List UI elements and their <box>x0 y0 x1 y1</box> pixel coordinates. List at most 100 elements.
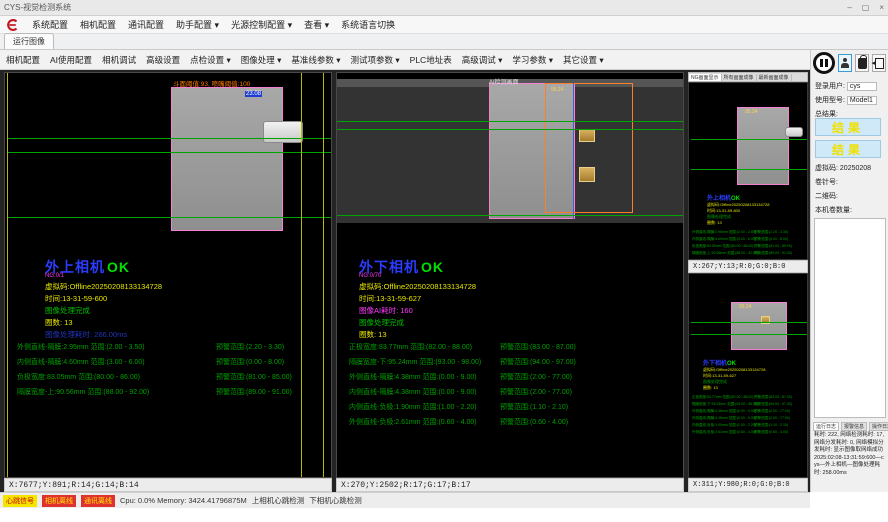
menu-item-comm-config[interactable]: 通讯配置 <box>128 18 164 31</box>
thumb1-line <box>691 169 807 170</box>
thumb2-row: 内侧直线-隔膜:4.38mm 范围:(0.00 - 9.00) 预警范围:(2.… <box>692 416 805 422</box>
menu-item-camera-config[interactable]: 相机配置 <box>80 18 116 31</box>
login-user-value[interactable]: cys <box>847 82 877 91</box>
log-tabs: 运行日志 报警信息 操作日志 <box>813 422 888 431</box>
roll-count-label: 本机卷数量: <box>815 205 852 215</box>
thumb1-text: 外侧直线-隔膜:2.95mm 范围:(2.00 - 3.50) <box>692 230 756 235</box>
tab-operation-log[interactable]: 操作日志 <box>869 422 888 431</box>
thumb1-turns: 圈数: 13 <box>707 220 722 226</box>
tab-all-images[interactable]: 所有画面成像 <box>722 74 757 81</box>
latest-code-row: 虚拟码: 20250208 <box>815 163 871 173</box>
tab-alarm-info[interactable]: 报警信息 <box>841 422 867 431</box>
left-edge-guide-line <box>7 73 8 478</box>
right-sidebar: 登录用户: cys 使用型号: Model1 总结果: 结果 结果 虚拟码: 2… <box>810 50 888 492</box>
status-bar: 心跳信号 相机离线 通讯离线 Cpu: 0.0% Memory: 3424.41… <box>0 492 810 508</box>
left-guide-line-2 <box>323 73 324 478</box>
qr-code-label: 二维码: <box>815 191 838 201</box>
tab-run-image[interactable]: 运行图像 <box>4 33 54 49</box>
thumb2-row: 外侧直线-隔膜:4.38mm 范围:(0.00 - 9.00) 预警范围:(2.… <box>692 409 805 415</box>
menu-item-light-config[interactable]: 光源控制配置 ▾ <box>231 18 292 31</box>
measurement-text: 隔膜宽度-上:90.56mm 范围:(88.00 - 92.00) <box>17 387 149 397</box>
result-box-2: 结果 <box>815 140 881 158</box>
thumb2-warn: 预警范围:(0.60 - 4.00) <box>754 430 788 435</box>
thumb2-text: 外侧直线-隔膜:4.38mm 范围:(0.00 - 9.00) <box>692 409 756 414</box>
left-process-done: 图像处理完成 <box>45 305 90 316</box>
middle-measure-line-2 <box>337 129 684 130</box>
tab-ng-display[interactable]: NG画面显示 <box>689 74 722 81</box>
middle-coordinate-bar: X:270;Y:2502;R:17;G:17;B:17 <box>336 478 684 492</box>
measurement-text: 外侧直线-负极:2.61mm 范围:(0.60 - 4.00) <box>349 417 477 427</box>
left-measure-line-2 <box>7 152 331 153</box>
warning-range: 预警范围:(94.00 - 97.00) <box>500 357 576 367</box>
thumb2-turns: 圈数: 13 <box>703 385 718 391</box>
maximize-button[interactable]: ▢ <box>862 3 870 12</box>
lock-icon <box>858 58 867 69</box>
menu-bar: 系统配置 相机配置 通讯配置 助手配置 ▾ 光源控制配置 ▾ 查看 ▾ 系统语言… <box>0 16 888 34</box>
tab-latest-images[interactable]: 最新画面成像 <box>757 74 792 81</box>
thumb2-camera-title: 外下相机OK <box>703 358 736 367</box>
middle-terminal-2 <box>579 167 595 182</box>
thumb1-line <box>691 139 807 140</box>
latest-code-label: 虚拟码: <box>815 165 838 172</box>
exit-button[interactable] <box>872 54 886 72</box>
thumb1-warn: 预警范围:(2.20 - 3.30) <box>754 230 788 235</box>
thumb1-part-box <box>737 107 789 185</box>
toolbar-advanced-settings[interactable]: 高级设置 <box>146 54 180 66</box>
minimize-button[interactable]: – <box>847 3 851 12</box>
middle-terminal-1 <box>579 129 595 142</box>
exit-door-icon <box>875 58 884 69</box>
lock-button[interactable] <box>855 54 869 72</box>
app-logo-icon <box>6 18 20 32</box>
tab-run-log[interactable]: 运行日志 <box>813 422 839 431</box>
toolbar-test-params[interactable]: 测试项参数 ▾ <box>351 54 400 66</box>
toolbar-spot-check[interactable]: 点检设置 ▾ <box>190 54 231 66</box>
warning-range: 预警范围:(81.00 - 85.00) <box>216 372 292 382</box>
toolbar-baseline-params[interactable]: 基准线参数 ▾ <box>291 54 340 66</box>
sidebar-list-box[interactable] <box>814 218 886 418</box>
warning-range: 预警范围:(1.10 - 2.10) <box>500 402 568 412</box>
measurement-text: 外侧直线-隔膜:2.95mm 范围:(2.00 - 3.50) <box>17 342 145 352</box>
thumb2-line <box>691 334 807 335</box>
user-login-button[interactable] <box>838 54 852 72</box>
thumb2-coordinate-bar: X:311;Y:980;R:0;G:0;B:0 <box>688 478 808 492</box>
toolbar-other-settings[interactable]: 其它设置 ▾ <box>563 54 604 66</box>
measurement-row: 外侧直线-隔膜:2.95mm 范围:(2.00 - 3.50) 预警范围:(2.… <box>17 342 327 354</box>
menu-item-language[interactable]: 系统语言切换 <box>341 18 395 31</box>
menu-item-assist-config[interactable]: 助手配置 ▾ <box>176 18 219 31</box>
menu-item-view[interactable]: 查看 ▾ <box>304 18 329 31</box>
toolbar-learning-params[interactable]: 学习参数 ▾ <box>512 54 553 66</box>
thumb1-row: 外侧直线-隔膜:2.95mm 范围:(2.00 - 3.50) 预警范围:(2.… <box>692 230 805 236</box>
thumb1-label: 95.24 <box>745 109 758 115</box>
login-user-label: 登录用户: <box>815 83 845 90</box>
measurement-row: 负极宽度:83.05mm 范围:(80.00 - 86.00) 预警范围:(81… <box>17 372 327 384</box>
log-text[interactable]: 耗时: 222, 网络检测耗时: 17, 网络分发耗时: 0, 网络模拟分发耗时… <box>814 432 886 477</box>
middle-camera-status: OK <box>421 259 444 275</box>
thumb2-text: 内侧直线-负极:1.90mm 范围:(1.00 - 2.20) <box>692 423 756 428</box>
toolbar-camera-debug[interactable]: 相机调试 <box>102 54 136 66</box>
left-threshold-overlay: 斗面阈值:93, 喷嘴阈值:100 <box>173 78 250 88</box>
left-measure-line-3 <box>7 217 331 218</box>
thumb2-warn: 预警范围:(2.00 - 77.00) <box>754 416 790 421</box>
thumbnail-1[interactable]: 95.24 外上相机OK 虚拟码:Offline2025020813313472… <box>688 82 808 260</box>
middle-ai-elapsed: 图像AI耗时: 160 <box>359 305 413 316</box>
left-camera-viewport[interactable]: 斗面阈值:93, 喷嘴阈值:100 23.08 外上相机OK NG:0/1 虚拟… <box>4 72 332 478</box>
pause-button[interactable] <box>813 52 835 74</box>
model-value[interactable]: Model1 <box>847 96 877 105</box>
toolbar-image-processing[interactable]: 图像处理 ▾ <box>241 54 282 66</box>
camera-offline-badge: 相机离线 <box>42 495 76 507</box>
thumb2-warn: 预警范围:(1.10 - 2.10) <box>754 423 788 428</box>
menu-item-system-config[interactable]: 系统配置 <box>32 18 68 31</box>
toolbar: 相机配置 AI使用配置 相机调试 高级设置 点检设置 ▾ 图像处理 ▾ 基准线参… <box>0 50 810 70</box>
thumbnail-2[interactable]: 95.24 外下相机OK 虚拟码:Offline2025020813313472… <box>688 273 808 478</box>
toolbar-advanced-debug[interactable]: 高级调试 ▾ <box>462 54 503 66</box>
toolbar-camera-config[interactable]: 相机配置 <box>6 54 40 66</box>
middle-camera-viewport[interactable]: AI检测画面 95.24 外下相机OK NG:0/70 虚拟码:Offline2… <box>336 72 684 478</box>
measurement-text: 内侧直线-隔膜:4.38mm 范围:(0.00 - 9.00) <box>349 387 477 397</box>
thumb1-text: 内侧直线-隔膜:4.60mm 范围:(3.00 - 6.00) <box>692 237 756 242</box>
login-user-row: 登录用户: cys <box>815 81 877 91</box>
toolbar-plc-table[interactable]: PLC地址表 <box>410 54 452 66</box>
middle-virtual-code: 虚拟码:Offline20250208133134728 <box>359 281 476 292</box>
close-button[interactable]: × <box>879 3 884 12</box>
toolbar-ai-config[interactable]: AI使用配置 <box>50 54 92 66</box>
measurement-text: 正极宽度:83.77mm 范围:(82.00 - 88.00) <box>349 342 472 352</box>
